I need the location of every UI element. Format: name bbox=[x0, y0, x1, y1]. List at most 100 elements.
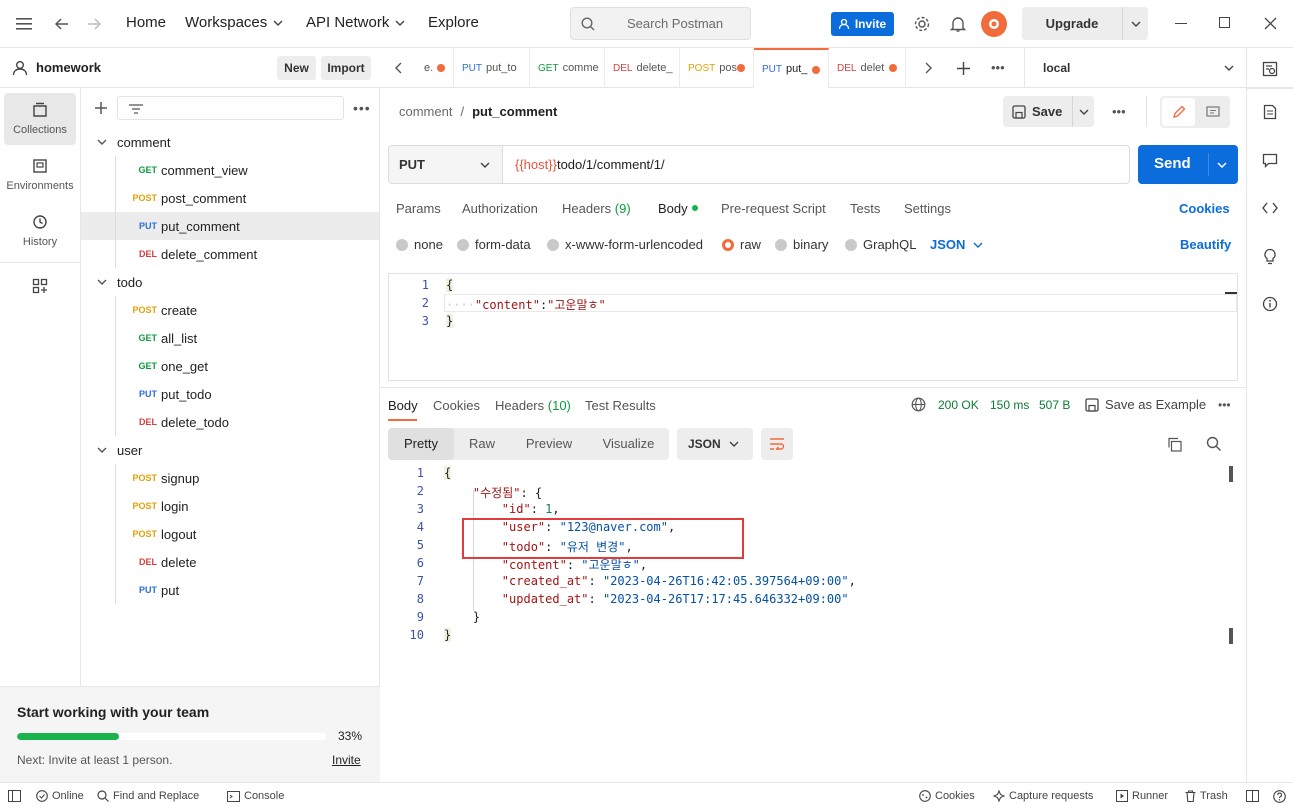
menu-icon[interactable] bbox=[14, 14, 34, 34]
tab-pre-request-script[interactable]: Pre-request Script bbox=[721, 201, 826, 216]
settings-gear-icon[interactable] bbox=[912, 14, 932, 34]
url-input[interactable]: {{host}} todo/1/comment/1/ bbox=[503, 146, 1129, 183]
status-find-replace[interactable]: Find and Replace bbox=[97, 790, 199, 802]
nav-home[interactable]: Home bbox=[126, 14, 166, 31]
method-select[interactable]: PUT bbox=[389, 146, 503, 183]
nav-workspaces[interactable]: Workspaces bbox=[185, 14, 283, 31]
radio-graphql[interactable]: GraphQL bbox=[845, 237, 916, 252]
view-raw[interactable]: Raw bbox=[454, 428, 510, 460]
rail-environments[interactable]: Environments bbox=[4, 149, 76, 201]
help-icon[interactable] bbox=[1273, 790, 1286, 803]
folder-user[interactable]: user bbox=[81, 436, 379, 464]
layout-toggle-icon[interactable] bbox=[1246, 790, 1259, 802]
request-item-login[interactable]: POST login bbox=[81, 492, 379, 520]
invite-button[interactable]: Invite bbox=[831, 12, 894, 36]
view-visualize[interactable]: Visualize bbox=[588, 428, 669, 460]
scroll-left-icon[interactable] bbox=[390, 60, 406, 76]
radio-raw[interactable]: raw bbox=[722, 237, 761, 252]
tab-authorization[interactable]: Authorization bbox=[462, 201, 538, 216]
request-tab[interactable]: PUT put_to bbox=[454, 48, 530, 88]
status-console[interactable]: Console bbox=[227, 790, 284, 802]
request-item-delete_todo[interactable]: DEL delete_todo bbox=[81, 408, 379, 436]
request-tab[interactable]: GET comme bbox=[530, 48, 605, 88]
breadcrumb-current[interactable]: put_comment bbox=[472, 104, 557, 119]
resp-format-select[interactable]: JSON bbox=[677, 428, 753, 460]
new-tab-plus-icon[interactable] bbox=[955, 60, 971, 76]
resp-size[interactable]: 507 B bbox=[1039, 398, 1070, 412]
request-item-all_list[interactable]: GET all_list bbox=[81, 324, 379, 352]
team-invite-link[interactable]: Invite bbox=[332, 753, 361, 767]
request-body-editor[interactable]: 1 2 3 { ····"content":"고운말ㅎ" } bbox=[388, 273, 1238, 381]
tab-tests[interactable]: Tests bbox=[850, 201, 880, 216]
tab-body[interactable]: Body bbox=[658, 201, 698, 216]
resp-more-icon[interactable]: ••• bbox=[1218, 398, 1231, 412]
comments-icon[interactable] bbox=[1260, 150, 1280, 170]
lightbulb-icon[interactable] bbox=[1260, 246, 1280, 266]
back-arrow-icon[interactable] bbox=[52, 14, 72, 34]
body-format-select[interactable]: JSON bbox=[930, 237, 983, 252]
save-button[interactable]: Save bbox=[1003, 96, 1094, 127]
breadcrumb-parent[interactable]: comment bbox=[399, 104, 452, 119]
request-tab[interactable]: DEL delete_ bbox=[605, 48, 680, 88]
workspace-name[interactable]: homework bbox=[36, 60, 101, 75]
request-item-post_comment[interactable]: POST post_comment bbox=[81, 184, 379, 212]
request-tab[interactable]: POST pos bbox=[680, 48, 754, 88]
send-button[interactable]: Send bbox=[1138, 145, 1238, 184]
wrap-lines-icon[interactable] bbox=[761, 428, 793, 460]
new-button[interactable]: New bbox=[277, 56, 316, 80]
folder-todo[interactable]: todo bbox=[81, 268, 379, 296]
more-actions-icon[interactable]: ••• bbox=[1112, 104, 1126, 119]
status-online[interactable]: Online bbox=[36, 790, 84, 802]
beautify-link[interactable]: Beautify bbox=[1180, 237, 1231, 252]
more-options-icon[interactable]: ••• bbox=[353, 100, 371, 116]
status-trash[interactable]: Trash bbox=[1185, 790, 1228, 802]
profile-avatar[interactable] bbox=[981, 11, 1007, 37]
minimize-window-icon[interactable] bbox=[1175, 23, 1187, 24]
tab-settings[interactable]: Settings bbox=[904, 201, 951, 216]
apps-grid-icon[interactable] bbox=[30, 276, 50, 296]
status-capture-requests[interactable]: Capture requests bbox=[993, 790, 1093, 802]
editor-scrollbar[interactable] bbox=[1225, 292, 1237, 294]
request-tab[interactable]: e. bbox=[416, 48, 454, 88]
radio-form-data[interactable]: form-data bbox=[457, 237, 531, 252]
forward-arrow-icon[interactable] bbox=[84, 14, 104, 34]
view-preview[interactable]: Preview bbox=[510, 428, 588, 460]
request-item-create[interactable]: POST create bbox=[81, 296, 379, 324]
resp-tab-body[interactable]: Body bbox=[388, 398, 418, 413]
response-body-viewer[interactable]: 1 2 3 4 5 6 7 8 9 10 { "수정됨": { "id": 1, "user": … bbox=[380, 464, 1242, 782]
request-item-delete[interactable]: DEL delete bbox=[81, 548, 379, 576]
resp-tab-test-results[interactable]: Test Results bbox=[585, 398, 656, 413]
documentation-side-icon[interactable] bbox=[1260, 102, 1280, 122]
resp-tab-cookies[interactable]: Cookies bbox=[433, 398, 480, 413]
rail-collections[interactable]: Collections bbox=[4, 93, 76, 145]
nav-explore[interactable]: Explore bbox=[428, 14, 479, 31]
rail-history[interactable]: History bbox=[4, 205, 76, 257]
toggle-sidebar-icon[interactable] bbox=[8, 790, 21, 802]
tab-params[interactable]: Params bbox=[396, 201, 441, 216]
tab-headers[interactable]: Headers (9) bbox=[562, 201, 631, 216]
filter-input[interactable] bbox=[117, 96, 344, 120]
cookies-link[interactable]: Cookies bbox=[1179, 201, 1230, 216]
request-tab[interactable]: PUT put_ bbox=[754, 48, 829, 88]
request-item-signup[interactable]: POST signup bbox=[81, 464, 379, 492]
edit-pencil-icon[interactable] bbox=[1162, 98, 1195, 126]
resp-tab-headers[interactable]: Headers (10) bbox=[495, 398, 571, 413]
request-tab[interactable]: DEL delet bbox=[829, 48, 906, 88]
environment-quicklook-icon[interactable] bbox=[1260, 59, 1280, 79]
status-cookies[interactable]: Cookies bbox=[919, 790, 975, 802]
search-input[interactable]: Search Postman bbox=[570, 7, 751, 40]
bell-icon[interactable] bbox=[948, 14, 968, 34]
resp-status[interactable]: 200 OK bbox=[938, 398, 979, 412]
request-item-one_get[interactable]: GET one_get bbox=[81, 352, 379, 380]
request-item-put[interactable]: PUT put bbox=[81, 576, 379, 604]
request-item-delete_comment[interactable]: DEL delete_comment bbox=[81, 240, 379, 268]
code-snippet-icon[interactable] bbox=[1260, 198, 1280, 218]
tab-overflow-icon[interactable]: ••• bbox=[991, 60, 1005, 75]
resp-time[interactable]: 150 ms bbox=[990, 398, 1029, 412]
environment-select[interactable]: local bbox=[1025, 48, 1246, 88]
request-item-comment_view[interactable]: GET comment_view bbox=[81, 156, 379, 184]
request-item-put_todo[interactable]: PUT put_todo bbox=[81, 380, 379, 408]
documentation-icon[interactable] bbox=[1197, 98, 1228, 126]
scroll-right-icon[interactable] bbox=[920, 60, 936, 76]
radio-none[interactable]: none bbox=[396, 237, 443, 252]
